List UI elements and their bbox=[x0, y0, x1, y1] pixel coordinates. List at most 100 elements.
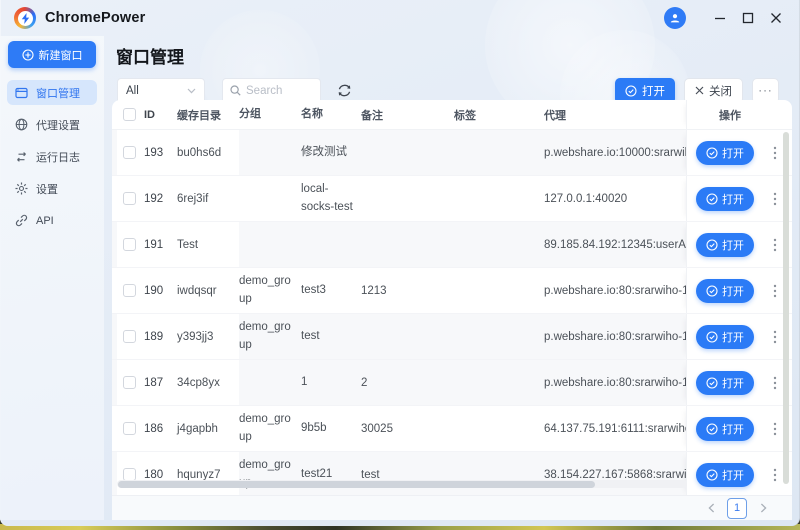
row-checkbox[interactable] bbox=[117, 268, 144, 313]
row-open-label: 打开 bbox=[722, 191, 744, 207]
cell-tags bbox=[454, 314, 544, 359]
sidebar-item-proxy[interactable]: 代理设置 bbox=[7, 112, 97, 137]
table-footer: 1 bbox=[112, 495, 792, 520]
table-header: ID缓存目录分组名称备注标签代理操作 bbox=[112, 100, 792, 130]
cell-op: 打开 bbox=[686, 314, 792, 359]
cell-name: 修改测试 bbox=[301, 130, 361, 175]
cell-group bbox=[239, 360, 301, 405]
cell-name: test bbox=[301, 314, 361, 359]
row-checkbox[interactable] bbox=[117, 176, 144, 221]
table-row: 193bu0hs6d修改测试p.webshare.io:10000:srarwi… bbox=[112, 130, 792, 176]
new-window-label: 新建窗口 bbox=[39, 47, 83, 63]
column-header-group: 分组 bbox=[239, 100, 301, 129]
chevron-down-icon bbox=[187, 88, 196, 94]
horizontal-scrollbar-thumb[interactable] bbox=[118, 481, 595, 488]
cell-id: 190 bbox=[144, 268, 177, 313]
column-header-name: 名称 bbox=[301, 100, 361, 129]
cell-op: 打开 bbox=[686, 222, 792, 267]
row-checkbox[interactable] bbox=[117, 130, 144, 175]
cell-tags bbox=[454, 360, 544, 405]
row-open-label: 打开 bbox=[722, 467, 744, 483]
row-open-button[interactable]: 打开 bbox=[696, 371, 754, 395]
table-row: 190iwdqsqrdemo_grouptest31213p.webshare.… bbox=[112, 268, 792, 314]
row-checkbox[interactable] bbox=[117, 406, 144, 451]
row-more-icon[interactable] bbox=[767, 373, 783, 393]
cell-proxy: 127.0.0.1:40020 bbox=[544, 176, 686, 221]
cell-name: local-socks-test bbox=[301, 176, 361, 221]
minimize-button[interactable] bbox=[706, 6, 734, 30]
row-open-button[interactable]: 打开 bbox=[696, 325, 754, 349]
horizontal-scrollbar-track[interactable] bbox=[117, 480, 687, 488]
sidebar-item-logs[interactable]: 运行日志 bbox=[7, 144, 97, 169]
cell-remark: test bbox=[361, 452, 454, 495]
cell-name: test21 bbox=[301, 452, 361, 495]
close-x-icon bbox=[695, 86, 704, 95]
cell-group bbox=[239, 222, 301, 267]
row-open-button[interactable]: 打开 bbox=[696, 141, 754, 165]
table-body: 193bu0hs6d修改测试p.webshare.io:10000:srarwi… bbox=[112, 130, 792, 495]
row-checkbox[interactable] bbox=[117, 222, 144, 267]
row-open-button[interactable]: 打开 bbox=[696, 417, 754, 441]
refresh-icon[interactable] bbox=[334, 81, 354, 101]
row-open-label: 打开 bbox=[722, 237, 744, 253]
page-title: 窗口管理 bbox=[116, 43, 800, 68]
cell-remark: 1213 bbox=[361, 268, 454, 313]
sidebar-item-label: API bbox=[36, 215, 54, 227]
cell-cache: iwdqsqr bbox=[177, 268, 239, 313]
cell-cache: 34cp8yx bbox=[177, 360, 239, 405]
cell-op: 打开 bbox=[686, 176, 792, 221]
row-open-button[interactable]: 打开 bbox=[696, 463, 754, 487]
select-all-checkbox[interactable] bbox=[117, 100, 144, 129]
cell-proxy: p.webshare.io:80:srarwiho-1:atonupx bbox=[544, 360, 686, 405]
window-icon bbox=[15, 87, 28, 99]
cell-group: demo_group bbox=[239, 314, 301, 359]
user-avatar[interactable] bbox=[664, 7, 686, 29]
cell-proxy: p.webshare.io:10000:srarwiho-1:atonu bbox=[544, 130, 686, 175]
sidebar-item-api[interactable]: API bbox=[7, 208, 97, 233]
row-more-icon[interactable] bbox=[767, 419, 783, 439]
sidebar-item-windows[interactable]: 窗口管理 bbox=[7, 80, 97, 105]
close-button[interactable] bbox=[762, 6, 790, 30]
row-open-button[interactable]: 打开 bbox=[696, 187, 754, 211]
vertical-scrollbar-thumb[interactable] bbox=[783, 132, 789, 484]
logs-icon bbox=[15, 151, 28, 163]
titlebar: ChromePower bbox=[0, 0, 800, 36]
pagination-prev-icon[interactable] bbox=[704, 499, 718, 517]
cell-op: 打开 bbox=[686, 268, 792, 313]
row-checkbox[interactable] bbox=[117, 360, 144, 405]
pagination-page-1[interactable]: 1 bbox=[727, 498, 747, 519]
row-more-icon[interactable] bbox=[767, 465, 783, 485]
maximize-button[interactable] bbox=[734, 6, 762, 30]
row-checkbox[interactable] bbox=[117, 452, 144, 495]
search-input[interactable] bbox=[246, 85, 310, 97]
row-open-label: 打开 bbox=[722, 283, 744, 299]
cell-proxy: p.webshare.io:80:srarwiho-1:atonupx bbox=[544, 314, 686, 359]
column-header-proxy: 代理 bbox=[544, 100, 686, 129]
column-header-cache: 缓存目录 bbox=[177, 100, 239, 129]
sidebar-item-label: 设置 bbox=[36, 181, 58, 197]
cell-id: 189 bbox=[144, 314, 177, 359]
row-checkbox[interactable] bbox=[117, 314, 144, 359]
row-more-icon[interactable] bbox=[767, 235, 783, 255]
cell-cache: hqunyz7 bbox=[177, 452, 239, 495]
row-more-icon[interactable] bbox=[767, 189, 783, 209]
row-open-label: 打开 bbox=[722, 329, 744, 345]
cell-op: 打开 bbox=[686, 130, 792, 175]
new-window-button[interactable]: 新建窗口 bbox=[8, 41, 96, 68]
cell-tags bbox=[454, 268, 544, 313]
cell-group bbox=[239, 130, 301, 175]
row-open-button[interactable]: 打开 bbox=[696, 279, 754, 303]
row-open-button[interactable]: 打开 bbox=[696, 233, 754, 257]
cell-proxy: 38.154.227.167:5868:srarwiho:atonup bbox=[544, 452, 686, 495]
row-more-icon[interactable] bbox=[767, 327, 783, 347]
column-header-remark: 备注 bbox=[361, 100, 454, 129]
sidebar-item-settings[interactable]: 设置 bbox=[7, 176, 97, 201]
row-more-icon[interactable] bbox=[767, 281, 783, 301]
cell-tags bbox=[454, 130, 544, 175]
table-row: 1926rej3iflocal-socks-test127.0.0.1:4002… bbox=[112, 176, 792, 222]
cell-id: 191 bbox=[144, 222, 177, 267]
cell-cache: bu0hs6d bbox=[177, 130, 239, 175]
circle-plus-icon bbox=[22, 49, 34, 61]
row-more-icon[interactable] bbox=[767, 143, 783, 163]
pagination-next-icon[interactable] bbox=[756, 499, 770, 517]
